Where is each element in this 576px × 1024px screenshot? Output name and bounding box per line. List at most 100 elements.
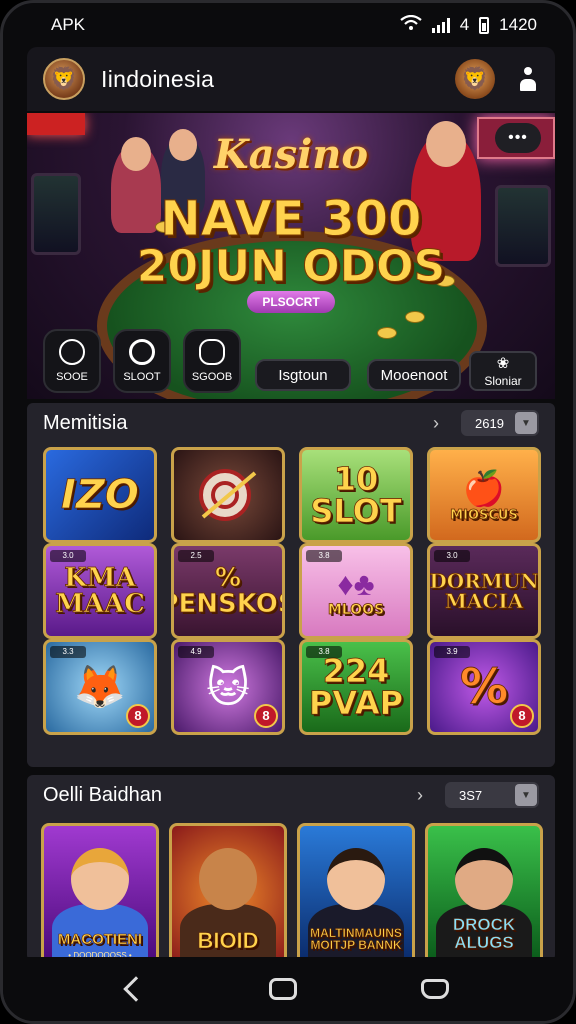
- promo-pill-button[interactable]: PLSOCRT: [247, 291, 335, 313]
- game-tile-title: %: [459, 659, 509, 715]
- status-bar: APK 4 1420: [3, 3, 573, 47]
- game-tile[interactable]: 2.5 % PENSKOS: [171, 543, 285, 639]
- section-header: Memitisia › 2619 ▼: [27, 403, 555, 443]
- number-badge: 8: [126, 704, 150, 728]
- rating-badge: 3.0: [50, 550, 86, 562]
- rating-badge: 2.5: [178, 550, 214, 562]
- person-circle-icon: [59, 339, 85, 365]
- system-nav-bar: [3, 957, 573, 1021]
- recent-apps-icon[interactable]: [421, 979, 449, 999]
- count-dropdown[interactable]: 3S7 ▼: [445, 782, 539, 808]
- section-title: Memitisia: [43, 411, 128, 434]
- rating-badge: 4.9: [178, 646, 214, 658]
- game-card-title: DROCK ALUGS: [452, 915, 516, 953]
- login-button[interactable]: Isgtoun: [255, 359, 351, 391]
- number-badge: 8: [510, 704, 534, 728]
- clock: 1420: [499, 15, 537, 34]
- game-card-title: BIOID: [197, 927, 259, 953]
- lion-avatar-icon[interactable]: 🦁: [43, 58, 85, 100]
- game-tile[interactable]: [171, 447, 285, 543]
- game-tile[interactable]: 3.0 DORMUN MACIA: [427, 543, 541, 639]
- back-icon[interactable]: [123, 976, 149, 1002]
- game-card[interactable]: MACOTIENI • DOODOOOSS •: [41, 823, 159, 961]
- games-section: Memitisia › 2619 ▼ IZO 10 SLOT 🍎 MIOSCUS…: [27, 403, 555, 767]
- rating-badge: 3.3: [50, 646, 86, 658]
- rating-badge: 3.8: [306, 550, 342, 562]
- carrier-label: APK: [51, 15, 86, 34]
- app-title: Iindoinesia: [101, 65, 215, 92]
- character-illustration: [327, 848, 385, 910]
- rating-badge: 3.0: [434, 550, 470, 562]
- game-tile[interactable]: 3.8 224 PVAP: [299, 639, 413, 735]
- cat-icon: 🐱: [206, 663, 250, 711]
- signal-icon: [431, 17, 450, 33]
- quick-action-button[interactable]: SGOOB: [183, 329, 241, 393]
- game-tile[interactable]: 3.3 🦊 8: [43, 639, 157, 735]
- section-header: Oelli Baidhan › 3S7 ▼: [27, 775, 555, 815]
- game-tile-title: MIOSCUS: [450, 507, 518, 523]
- game-tile-title: MLOOS: [327, 601, 385, 618]
- game-card[interactable]: DROCK ALUGS: [425, 823, 543, 961]
- number-badge: 8: [254, 704, 278, 728]
- game-tile[interactable]: IZO: [43, 447, 157, 543]
- character-illustration: [455, 848, 513, 910]
- game-tile[interactable]: 3.0 KMA MAAC: [43, 543, 157, 639]
- hero-headline: NAVE 300: [160, 191, 422, 248]
- chevron-right-icon[interactable]: ›: [417, 785, 423, 806]
- network-label: 4: [459, 15, 470, 34]
- cards-icon: ♦♣: [337, 565, 375, 602]
- game-card-title: MALTINMAUINS MOITJP BANNK: [310, 925, 402, 953]
- featured-section: Oelli Baidhan › 3S7 ▼ MACOTIENI • DOODOO…: [27, 775, 555, 961]
- game-tile-title: KMA MAAC: [55, 563, 146, 619]
- count-value: 2619: [475, 415, 504, 431]
- status-icons: 4 1420: [400, 14, 537, 36]
- count-value: 3S7: [459, 787, 483, 803]
- more-options-button[interactable]: •••: [495, 123, 541, 153]
- chevron-down-icon: ▼: [515, 412, 537, 434]
- chip-icon: [377, 327, 397, 339]
- chevron-down-icon: ▼: [515, 784, 537, 806]
- wifi-icon: [400, 14, 422, 36]
- game-tile-title: % PENSKOS: [174, 563, 282, 619]
- hero-subheadline: 20JUN ODOS: [136, 241, 446, 293]
- header-actions: 🦁: [455, 59, 539, 99]
- section-title: Oelli Baidhan: [43, 783, 162, 806]
- count-dropdown[interactable]: 2619 ▼: [461, 410, 539, 436]
- game-tile[interactable]: 🍎 MIOSCUS: [427, 447, 541, 543]
- game-card-title: MACOTIENI: [57, 931, 143, 949]
- quick-action-label: SLOOT: [123, 371, 161, 383]
- rating-badge: 3.8: [306, 646, 342, 658]
- game-card[interactable]: BIOID: [169, 823, 287, 961]
- hero-brand-logo: Kasino: [213, 131, 369, 178]
- home-icon[interactable]: [269, 978, 297, 1000]
- game-tile-title: DORMUN MACIA: [429, 569, 539, 613]
- register-button[interactable]: Mooenoot: [367, 359, 461, 391]
- rating-badge: 3.9: [434, 646, 470, 658]
- chevron-right-icon[interactable]: ›: [433, 413, 439, 434]
- flower-icon: ❀: [496, 355, 510, 372]
- game-tile-title: 224 PVAP: [308, 652, 404, 722]
- apple-icon: 🍎: [462, 469, 506, 508]
- game-tile[interactable]: 3.8 ♦♣ MLOOS: [299, 543, 413, 639]
- target-icon: [199, 469, 257, 521]
- game-tile[interactable]: 4.9 🐱 8: [171, 639, 285, 735]
- character-illustration: [199, 848, 257, 910]
- quick-action-button[interactable]: SLOOT: [113, 329, 171, 393]
- quick-action-label: SOOE: [56, 371, 88, 383]
- fox-icon: 🦊: [73, 662, 127, 710]
- promo-button[interactable]: ❀ Sloniar: [469, 351, 537, 391]
- phone-frame: APK 4 1420 🦁 Iindoinesia 🦁 ••• Kasino NA…: [0, 0, 576, 1024]
- lion-mascot-icon[interactable]: 🦁: [455, 59, 495, 99]
- battery-icon: [479, 16, 490, 34]
- quick-action-label: SGOOB: [191, 371, 233, 383]
- game-tile-title: IZO: [61, 472, 140, 518]
- hero-banner[interactable]: ••• Kasino NAVE 300 20JUN ODOS PLSOCRT S…: [27, 113, 555, 399]
- chip-icon: [405, 311, 425, 323]
- user-icon[interactable]: [517, 65, 539, 93]
- quick-action-button[interactable]: SOOE: [43, 329, 101, 393]
- game-card[interactable]: MALTINMAUINS MOITJP BANNK: [297, 823, 415, 961]
- game-tile[interactable]: 10 SLOT: [299, 447, 413, 543]
- character-illustration: [71, 848, 129, 910]
- target-icon: [129, 339, 155, 365]
- game-tile[interactable]: 3.9 % 8: [427, 639, 541, 735]
